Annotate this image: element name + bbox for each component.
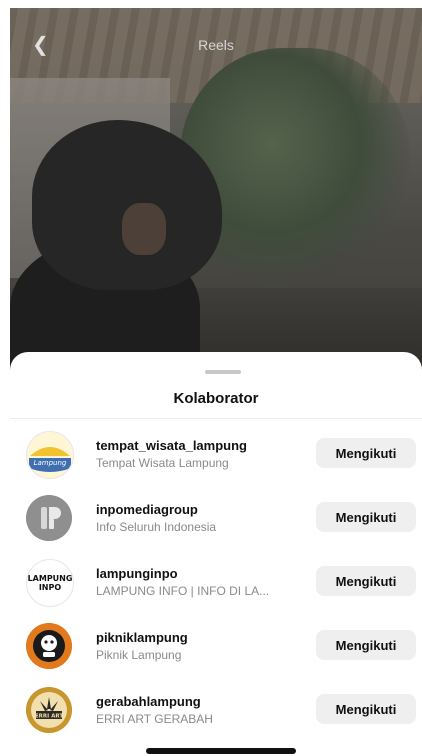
following-button[interactable]: Mengikuti [316, 694, 416, 724]
avatar[interactable] [26, 623, 72, 669]
full-name: Piknik Lampung [96, 648, 182, 662]
avatar[interactable] [26, 495, 72, 541]
following-button[interactable]: Mengikuti [316, 566, 416, 596]
list-item[interactable]: inpomediagroup Info Seluruh Indonesia Me… [10, 488, 422, 548]
landscape-logo-icon: Lampung [27, 432, 73, 478]
following-button[interactable]: Mengikuti [316, 502, 416, 532]
list-item[interactable]: pikniklampung Piknik Lampung Mengikuti [10, 616, 422, 676]
list-item[interactable]: Lampung tempat_wisata_lampung Tempat Wis… [10, 424, 422, 484]
username[interactable]: pikniklampung [96, 630, 188, 645]
full-name: ERRI ART GERABAH [96, 712, 213, 726]
avatar[interactable]: Lampung [26, 431, 74, 479]
home-indicator[interactable] [146, 748, 296, 754]
page-title: Reels [198, 37, 234, 53]
following-button[interactable]: Mengikuti [316, 438, 416, 468]
mascot-logo-icon [26, 623, 72, 669]
username[interactable]: inpomediagroup [96, 502, 198, 517]
svg-text:Lampung: Lampung [34, 459, 67, 467]
following-button[interactable]: Mengikuti [316, 630, 416, 660]
person-face-image [122, 203, 166, 255]
sheet-title: Kolaborator [173, 390, 259, 407]
ip-logo-icon [26, 495, 72, 541]
collaborators-sheet: Kolaborator Lampung tempat_wisata_lampun… [10, 352, 422, 756]
full-name: Tempat Wisata Lampung [96, 456, 229, 470]
erriart-logo-icon: ERRI ART [26, 687, 72, 733]
username[interactable]: tempat_wisata_lampung [96, 438, 247, 453]
list-item[interactable]: ERRI ART gerabahlampung ERRI ART GERABAH… [10, 680, 422, 740]
text-logo-icon: LAMPUNG INPO [27, 574, 73, 592]
svg-text:ERRI ART: ERRI ART [35, 714, 63, 720]
top-bar: ❮ Reels [10, 8, 422, 68]
full-name: LAMPUNG INFO | INFO DI LA... [96, 584, 270, 598]
divider [10, 418, 422, 419]
full-name: Info Seluruh Indonesia [96, 520, 217, 534]
avatar[interactable]: LAMPUNG INPO [26, 559, 74, 607]
username[interactable]: gerabahlampung [96, 694, 201, 709]
list-item[interactable]: LAMPUNG INPO lampunginpo LAMPUNG INFO | … [10, 552, 422, 612]
drag-handle[interactable] [205, 370, 241, 374]
avatar[interactable]: ERRI ART [26, 687, 72, 733]
username[interactable]: lampunginpo [96, 566, 178, 581]
tree-image [180, 48, 410, 288]
